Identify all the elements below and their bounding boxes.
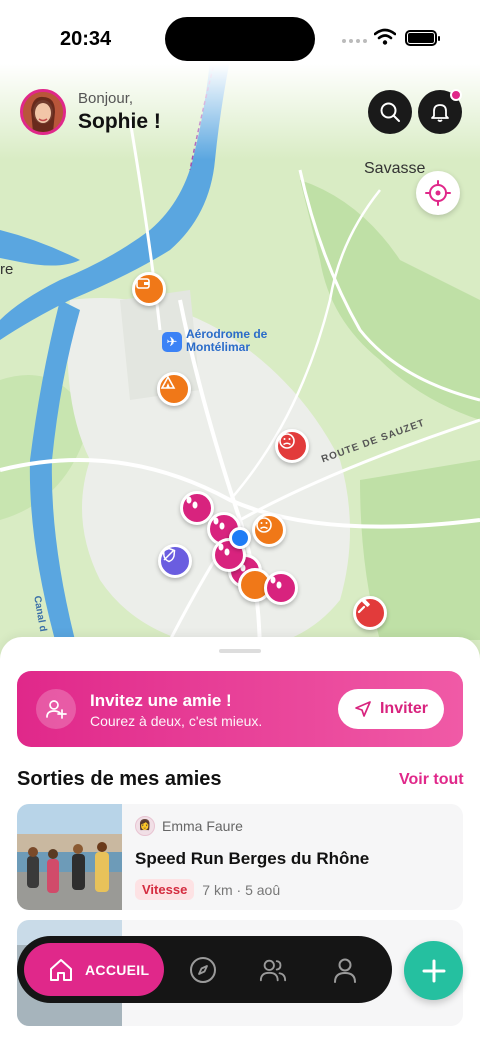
search-icon xyxy=(380,102,400,122)
home-icon xyxy=(50,958,72,981)
user-avatar[interactable] xyxy=(20,89,66,135)
add-run-button[interactable] xyxy=(404,941,463,1000)
crosshair-icon xyxy=(425,180,451,206)
user-icon xyxy=(334,958,356,983)
invite-button-label: Inviter xyxy=(379,700,428,717)
sheet-drag-handle[interactable] xyxy=(219,649,261,653)
tent-icon xyxy=(160,375,176,389)
compass-icon xyxy=(190,957,216,983)
map-marker-hammer[interactable] xyxy=(353,596,387,630)
current-location-dot xyxy=(229,527,251,549)
sad-face-icon xyxy=(256,517,272,533)
footprints-icon xyxy=(186,496,198,509)
tab-friends[interactable] xyxy=(259,956,287,984)
invite-friend-banner[interactable]: Invitez une amie ! Courez à deux, c'est … xyxy=(17,671,463,747)
run-meta: 7 km · 5 aoû xyxy=(202,881,281,898)
add-user-icon xyxy=(36,689,76,729)
plus-icon xyxy=(422,959,445,982)
shield-icon xyxy=(162,547,176,563)
bottom-navigation: ACCUEIL xyxy=(17,936,392,1003)
search-button[interactable] xyxy=(368,90,412,134)
send-icon xyxy=(355,701,371,717)
notification-badge xyxy=(450,89,462,101)
tab-profile[interactable] xyxy=(331,956,359,984)
invite-title: Invitez une amie ! xyxy=(90,691,232,710)
tab-home[interactable]: ACCUEIL xyxy=(24,943,164,996)
airport-label-line2: Montélimar xyxy=(186,340,251,354)
run-author: Emma Faure xyxy=(162,818,243,834)
run-title: Speed Run Berges du Rhône xyxy=(135,849,370,868)
run-photo xyxy=(17,804,122,910)
friend-run-card[interactable]: 👩 Emma Faure Speed Run Berges du Rhône V… xyxy=(17,804,463,910)
author-avatar: 👩 xyxy=(135,816,155,836)
map-marker-sad-orange[interactable] xyxy=(252,513,286,547)
battery-icon xyxy=(405,30,440,46)
wifi-icon xyxy=(374,28,396,45)
run-type-badge: Vitesse xyxy=(135,879,195,900)
footprints-icon xyxy=(270,576,282,589)
map-marker-wallet[interactable] xyxy=(132,272,166,306)
footprints-icon xyxy=(213,517,225,530)
map-marker-run[interactable] xyxy=(264,571,298,605)
map-label-savasse: Savasse xyxy=(364,160,426,177)
recenter-location-button[interactable] xyxy=(416,171,460,215)
friends-runs-title: Sorties de mes amies xyxy=(17,768,222,790)
status-time: 20:34 xyxy=(60,28,112,50)
avatar-photo xyxy=(23,92,63,132)
map-marker-tent[interactable] xyxy=(157,372,191,406)
status-bar: 20:34 xyxy=(0,0,480,80)
see-all-link[interactable]: Voir tout xyxy=(399,771,464,789)
sad-face-icon xyxy=(279,433,295,449)
cellular-signal-icon xyxy=(342,39,367,43)
user-name: Sophie ! xyxy=(78,110,161,133)
bell-icon xyxy=(431,104,449,122)
wallet-icon xyxy=(136,278,150,289)
users-icon xyxy=(259,959,287,982)
greeting-text: Bonjour, xyxy=(78,90,134,107)
map-marker-shield[interactable] xyxy=(158,544,192,578)
invite-button[interactable]: Inviter xyxy=(338,689,444,729)
map-label-edge: re xyxy=(0,261,14,278)
airplane-icon: ✈ xyxy=(162,332,182,352)
tab-explore[interactable] xyxy=(189,956,217,984)
map-marker-sad[interactable] xyxy=(275,429,309,463)
hammer-icon xyxy=(357,599,370,614)
airport-poi[interactable]: ✈ Aérodrome de Montélimar xyxy=(162,328,267,354)
tab-home-label: ACCUEIL xyxy=(85,961,150,978)
dynamic-island xyxy=(165,17,315,61)
invite-subtitle: Courez à deux, c'est mieux. xyxy=(90,713,263,729)
